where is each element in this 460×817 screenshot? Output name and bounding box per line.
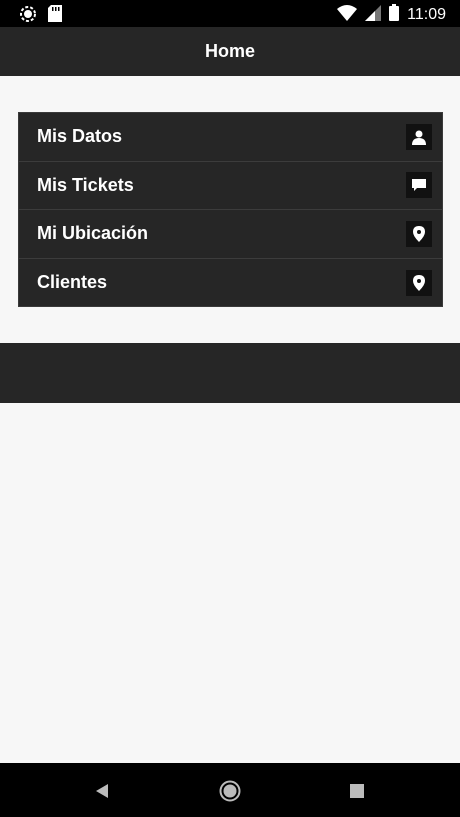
menu-item-mi-ubicacion[interactable]: Mi Ubicación — [19, 210, 442, 259]
menu-item-label: Clientes — [37, 272, 108, 293]
sd-card-icon — [48, 5, 62, 27]
footer-band — [0, 343, 460, 403]
navigation-bar — [0, 763, 460, 817]
chat-icon — [406, 172, 432, 199]
menu-item-label: Mis Datos — [37, 126, 123, 147]
status-bar: 11:09 — [0, 0, 460, 27]
menu-item-clientes[interactable]: Clientes — [19, 259, 442, 308]
wifi-icon — [337, 4, 358, 26]
recents-icon[interactable] — [345, 779, 369, 803]
status-time: 11:09 — [407, 6, 446, 23]
page-title: Home — [204, 41, 255, 61]
menu-item-label: Mis Tickets — [37, 174, 134, 195]
home-icon[interactable] — [218, 779, 242, 803]
back-icon[interactable] — [90, 779, 114, 803]
person-icon — [406, 123, 432, 150]
app-bar: Home — [0, 27, 460, 76]
menu-item-mis-datos[interactable]: Mis Datos — [19, 113, 442, 162]
location-pin-icon — [406, 220, 432, 247]
sync-icon — [20, 5, 36, 27]
menu-item-label: Mi Ubicación — [37, 223, 149, 244]
signal-icon — [365, 4, 382, 26]
menu-item-mis-tickets[interactable]: Mis Tickets — [19, 162, 442, 210]
menu-list: Mis Datos Mis Tickets Mi Ubicación Clien… — [18, 112, 443, 307]
location-pin-icon — [406, 269, 432, 296]
battery-icon — [389, 4, 400, 26]
